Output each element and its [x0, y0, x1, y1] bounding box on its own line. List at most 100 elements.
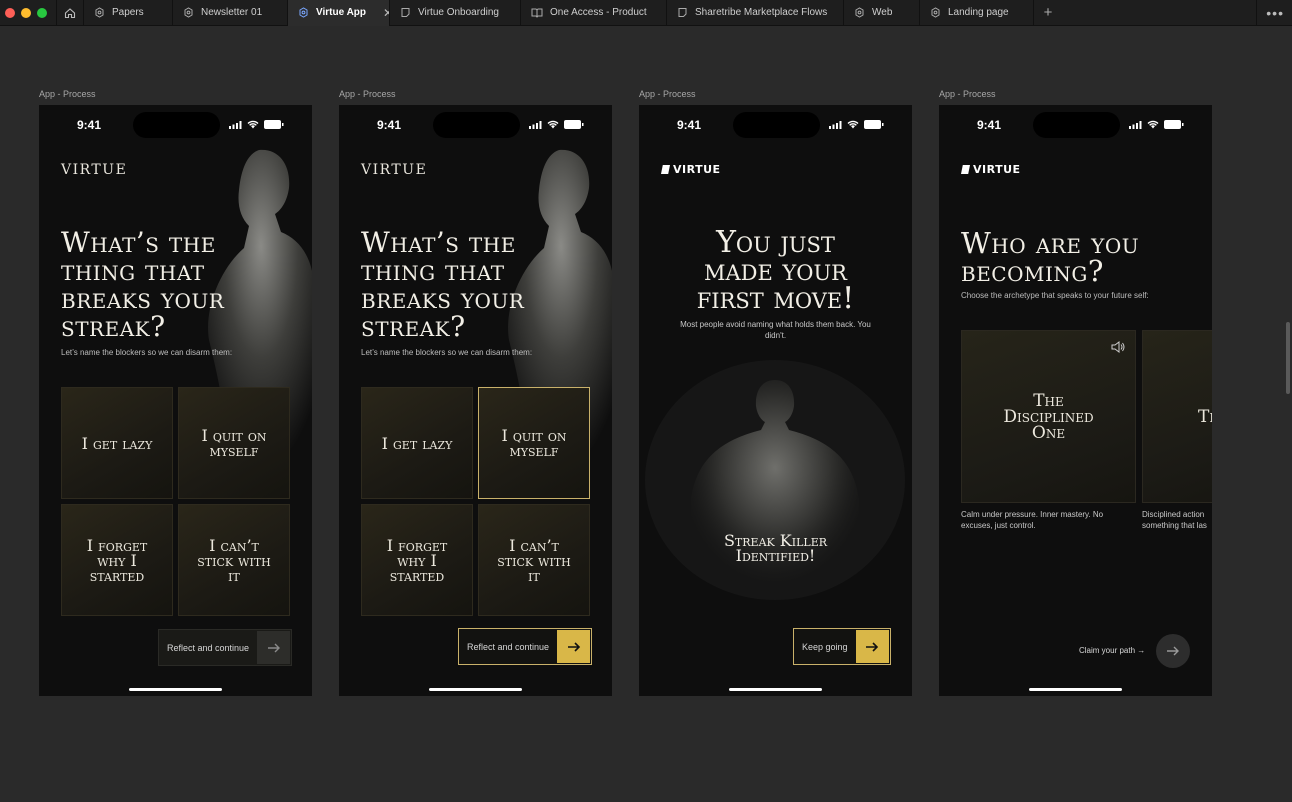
reflect-continue-button[interactable]: Reflect and continue [158, 629, 293, 666]
status-time: 9:41 [677, 118, 702, 132]
tab-label: Sharetribe Marketplace Flows [695, 7, 828, 18]
button-label: Reflect and continue [167, 642, 250, 653]
claim-path-button[interactable] [1156, 634, 1190, 668]
battery-icon [864, 120, 884, 129]
tab-virtue-app[interactable]: Virtue App ✕ [288, 0, 390, 26]
option-card-selected[interactable]: I quit on myself [478, 387, 590, 499]
home-indicator [429, 688, 522, 691]
battery-icon [564, 120, 584, 129]
arrow-right-icon [267, 643, 280, 652]
button-label: Keep going [802, 641, 848, 652]
phone-frame-4[interactable]: 9:41 VIRTUE Who are you becoming? Choose … [939, 105, 1212, 696]
new-tab-icon[interactable]: + [1034, 4, 1062, 21]
archetype-card[interactable]: The [1142, 330, 1212, 503]
virtue-logo: VIRTUE [61, 162, 128, 178]
page-title: What’s the thing that breaks your streak? [361, 226, 525, 343]
figjam-file-icon [401, 8, 410, 17]
archetype-description: Calm under pressure. Inner mastery. No ex… [961, 510, 1104, 530]
frame-label[interactable]: App - Process [39, 89, 96, 99]
frame-label[interactable]: App - Process [639, 89, 696, 99]
page-subtitle: Most people avoid naming what holds them… [680, 320, 871, 340]
page-subtitle: Let’s name the blockers so we can disarm… [61, 348, 233, 357]
home-icon [64, 7, 76, 18]
tab-label: One Access - Product [550, 7, 647, 18]
home-button[interactable] [56, 0, 84, 26]
signal-icon [529, 120, 542, 129]
dynamic-island [133, 112, 220, 138]
tab-sharetribe-marketplace-flows[interactable]: Sharetribe Marketplace Flows [667, 0, 844, 26]
figma-file-icon [931, 7, 940, 18]
option-card[interactable]: I forget why I started [61, 504, 173, 616]
frame-label[interactable]: App - Process [339, 89, 396, 99]
option-card[interactable]: I can’t stick with it [478, 504, 590, 616]
wifi-icon [547, 120, 559, 129]
page-subtitle: Let’s name the blockers so we can disarm… [361, 348, 533, 357]
tab-virtue-onboarding[interactable]: Virtue Onboarding [390, 0, 521, 26]
tab-newsletter-01[interactable]: Newsletter 01 [173, 0, 288, 26]
virtue-mark-icon [661, 165, 670, 174]
tab-landing-page[interactable]: Landing page [920, 0, 1034, 26]
arrow-right-icon [866, 641, 879, 652]
figma-file-icon [855, 7, 864, 18]
archetype-description: Disciplined action something that las [1142, 510, 1207, 530]
option-card[interactable]: I get lazy [61, 387, 173, 499]
keep-going-button[interactable]: Keep going [793, 628, 891, 665]
phone-frame-3[interactable]: 9:41 VIRTUE You just made your first move!… [639, 105, 912, 696]
page-subtitle: Choose the archetype that speaks to your… [961, 291, 1149, 300]
status-bar: 9:41 [39, 105, 312, 145]
tab-label: Newsletter 01 [201, 7, 263, 18]
wifi-icon [247, 120, 259, 129]
status-bar: 9:41 [639, 105, 912, 145]
close-tab-icon[interactable]: ✕ [383, 6, 389, 20]
option-card[interactable]: I forget why I started [361, 504, 473, 616]
virtue-logo: VIRTUE [961, 163, 1021, 176]
wifi-icon [1147, 120, 1159, 129]
figma-file-icon [95, 7, 104, 18]
arrow-right-icon [567, 641, 580, 652]
frame-label[interactable]: App - Process [939, 89, 996, 99]
signal-icon [1129, 120, 1142, 129]
arrow-right-icon [1167, 646, 1179, 656]
phone-frame-2[interactable]: 9:41 VIRTUE What’s the thing that breaks y… [339, 105, 612, 696]
dynamic-island [1033, 112, 1120, 138]
home-indicator [129, 688, 222, 691]
figma-file-icon [184, 7, 193, 18]
speaker-icon[interactable] [1111, 341, 1125, 353]
page-title: You just made your first move! [696, 225, 855, 316]
status-time: 9:41 [377, 118, 402, 132]
tab-web[interactable]: Web [844, 0, 920, 26]
minimize-window-button[interactable] [21, 7, 31, 18]
figjam-file-icon [678, 8, 687, 17]
tab-label: Web [872, 7, 893, 18]
battery-icon [1164, 120, 1184, 129]
option-card[interactable]: I can’t stick with it [178, 504, 290, 616]
home-indicator [729, 688, 822, 691]
option-grid: I get lazy I quit on myself I forget why… [361, 387, 590, 616]
tab-papers[interactable]: Papers [84, 0, 173, 26]
tab-label: Landing page [948, 7, 1009, 18]
dynamic-island [733, 112, 820, 138]
home-indicator [1029, 688, 1122, 691]
option-card[interactable]: I get lazy [361, 387, 473, 499]
tab-label: Virtue App [316, 7, 367, 18]
button-label: Reflect and continue [467, 641, 550, 652]
maximize-window-button[interactable] [37, 7, 47, 18]
wifi-icon [847, 120, 859, 129]
tab-one-access-product[interactable]: One Access - Product [521, 0, 667, 26]
close-window-button[interactable] [5, 7, 15, 18]
canvas-scrollbar[interactable] [1286, 322, 1290, 394]
tab-label: Virtue Onboarding [418, 7, 499, 18]
book-icon [531, 8, 543, 18]
page-title: Who are you becoming? [961, 226, 1140, 288]
claim-path-label[interactable]: Claim your path → [1079, 646, 1145, 655]
option-card[interactable]: I quit on myself [178, 387, 290, 499]
phone-frame-1[interactable]: 9:41 VIRTUE What’s the thing that breaks y… [39, 105, 312, 696]
battery-icon [264, 120, 284, 129]
status-bar: 9:41 [339, 105, 612, 145]
more-options-icon[interactable]: ••• [1266, 5, 1284, 21]
reflect-continue-button[interactable]: Reflect and continue [458, 628, 593, 665]
archetype-card[interactable]: The Disciplined One [961, 330, 1136, 503]
signal-icon [229, 120, 242, 129]
tab-label: Papers [112, 7, 144, 18]
tab-bar: Papers Newsletter 01 Virtue App ✕ Virtue… [0, 0, 1292, 26]
